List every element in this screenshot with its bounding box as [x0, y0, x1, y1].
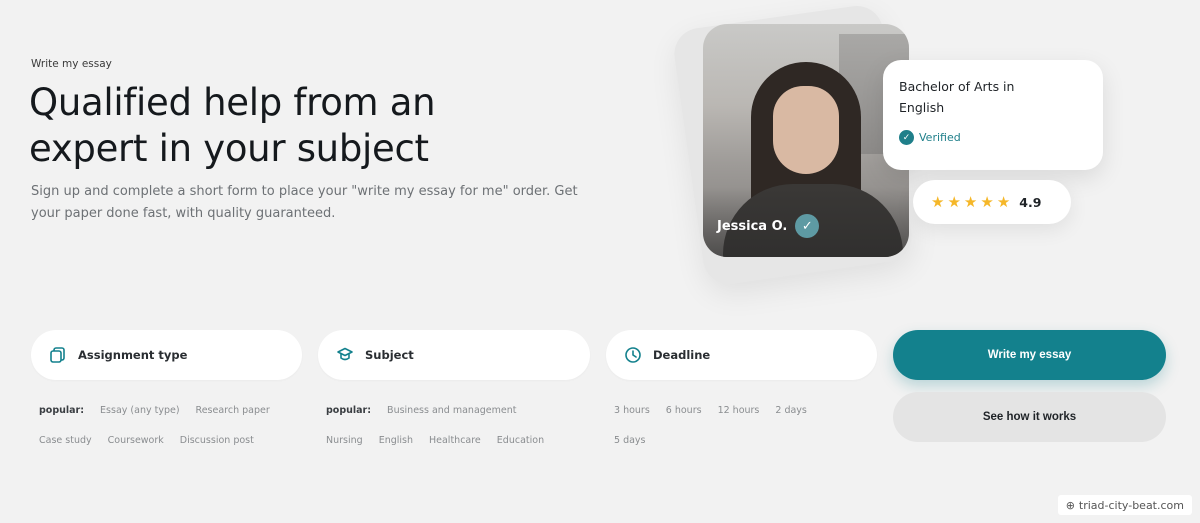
- photo-face: [773, 86, 839, 174]
- assignment-type-label: Assignment type: [78, 348, 188, 362]
- hero-description: Sign up and complete a short form to pla…: [31, 184, 578, 221]
- watermark-text: triad-city-beat.com: [1078, 498, 1184, 512]
- assignment-option[interactable]: Coursework: [108, 435, 164, 446]
- chip-row: popular: Essay (any type) Research paper: [39, 395, 270, 425]
- star-icon: ★: [931, 192, 945, 211]
- chip-row: 5 days: [614, 425, 807, 455]
- deadline-option[interactable]: 5 days: [614, 435, 646, 446]
- rating-value: 4.9: [1019, 194, 1042, 210]
- deadline-label: Deadline: [653, 348, 711, 362]
- assignment-option[interactable]: Discussion post: [180, 435, 254, 446]
- assignment-option[interactable]: Essay (any type): [100, 405, 179, 416]
- globe-icon: ⊕: [1065, 498, 1075, 512]
- title-line-2: expert in your subject: [29, 127, 429, 170]
- chip-row: Nursing English Healthcare Education: [326, 425, 544, 455]
- page: Write my essay Qualified help from an ex…: [0, 0, 1200, 523]
- subject-quick-options: popular: Business and management Nursing…: [326, 395, 544, 455]
- assignment-option[interactable]: Research paper: [196, 405, 270, 416]
- star-icon: ★: [947, 192, 961, 211]
- eyebrow-label: Write my essay: [31, 58, 112, 70]
- deadline-option[interactable]: 12 hours: [718, 405, 760, 416]
- star-icon: ★: [980, 192, 994, 211]
- deadline-option[interactable]: 2 days: [775, 405, 807, 416]
- write-my-essay-button[interactable]: Write my essay: [893, 330, 1166, 380]
- verified-badge: ✓ Verified: [899, 130, 1087, 145]
- verified-check-icon: ✓: [899, 130, 914, 145]
- subject-option[interactable]: English: [379, 435, 413, 446]
- see-how-it-works-button[interactable]: See how it works: [893, 392, 1166, 442]
- graduation-cap-icon: [335, 345, 355, 365]
- rating-card: ★ ★ ★ ★ ★ 4.9: [913, 180, 1071, 224]
- subject-option[interactable]: Business and management: [387, 405, 516, 416]
- page-title: Qualified help from an expert in your su…: [29, 80, 436, 172]
- deadline-quick-options: 3 hours 6 hours 12 hours 2 days 5 days: [614, 395, 807, 455]
- subject-label: Subject: [365, 348, 414, 362]
- degree-card: Bachelor of Arts in English ✓ Verified: [883, 60, 1103, 170]
- verified-label: Verified: [919, 131, 961, 144]
- assignment-type-select[interactable]: Assignment type: [31, 330, 302, 380]
- subject-select[interactable]: Subject: [318, 330, 590, 380]
- expert-photo: Jessica O. ✓: [703, 24, 909, 257]
- document-stack-icon: [48, 345, 68, 365]
- subject-option[interactable]: Education: [497, 435, 544, 446]
- subject-option[interactable]: Healthcare: [429, 435, 481, 446]
- title-line-1: Qualified help from an: [29, 81, 436, 124]
- chip-row: Case study Coursework Discussion post: [39, 425, 270, 455]
- chip-row: popular: Business and management: [326, 395, 544, 425]
- expert-degree: Bachelor of Arts in English: [899, 79, 1015, 115]
- deadline-option[interactable]: 3 hours: [614, 405, 650, 416]
- star-icon: ★: [963, 192, 978, 211]
- star-icon: ★: [996, 192, 1011, 211]
- popular-label: popular:: [326, 404, 372, 416]
- subject-option[interactable]: Nursing: [326, 435, 363, 446]
- deadline-option[interactable]: 6 hours: [666, 405, 702, 416]
- clock-icon: [623, 345, 643, 365]
- popular-label: popular:: [39, 404, 85, 416]
- source-watermark: ⊕ triad-city-beat.com: [1057, 495, 1192, 515]
- expert-name: Jessica O.: [717, 218, 788, 234]
- expert-name-chip: Jessica O. ✓: [717, 214, 820, 238]
- checkmark-icon: ✓: [795, 214, 820, 238]
- assignment-quick-options: popular: Essay (any type) Research paper…: [39, 395, 270, 455]
- deadline-select[interactable]: Deadline: [606, 330, 877, 380]
- chip-row: 3 hours 6 hours 12 hours 2 days: [614, 395, 807, 425]
- assignment-option[interactable]: Case study: [39, 435, 92, 446]
